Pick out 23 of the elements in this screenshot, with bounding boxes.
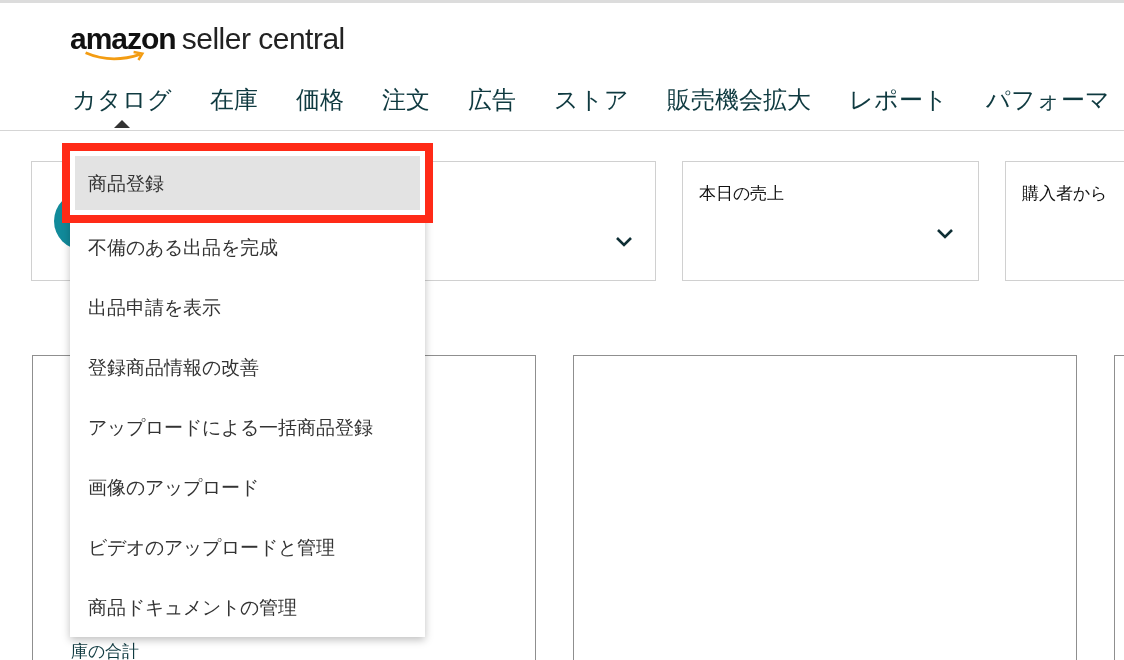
nav-menu-item[interactable]: カタログ (72, 80, 172, 130)
nav-menu-item[interactable]: 販売機会拡大 (667, 80, 811, 130)
menu-item[interactable]: 画像のアップロード (70, 457, 425, 517)
nav-menu-item[interactable]: 広告 (468, 80, 516, 130)
menu-item[interactable]: 商品登録 (75, 156, 420, 210)
menu-item[interactable]: 出品申請を表示 (70, 277, 425, 337)
menu-item[interactable]: ビデオのアップロードと管理 (70, 517, 425, 577)
menu-item[interactable]: 商品ドキュメントの管理 (70, 577, 425, 637)
nav-menu-item[interactable]: パフォーマ (986, 80, 1110, 130)
card-title: 本日の売上 (699, 182, 785, 205)
menu-item[interactable]: 登録商品情報の改善 (70, 337, 425, 397)
nav-menu-item[interactable]: レポート (849, 80, 948, 130)
card-title: 購入者から (1022, 182, 1108, 205)
nav-menu-item[interactable]: ストア (554, 80, 629, 130)
nav-menu-item[interactable]: 在庫 (210, 80, 258, 130)
menu-item[interactable]: 不備のある出品を完成 (70, 217, 425, 277)
menu-item[interactable]: アップロードによる一括商品登録 (70, 397, 425, 457)
chevron-down-icon[interactable] (615, 236, 633, 248)
chevron-down-icon[interactable] (936, 228, 954, 240)
nav-menu-item[interactable]: 価格 (296, 80, 344, 130)
nav-menu-item[interactable]: 注文 (382, 80, 430, 130)
logo[interactable]: amazon seller central (70, 3, 400, 62)
inventory-link[interactable]: 庫の合計 (71, 642, 139, 660)
